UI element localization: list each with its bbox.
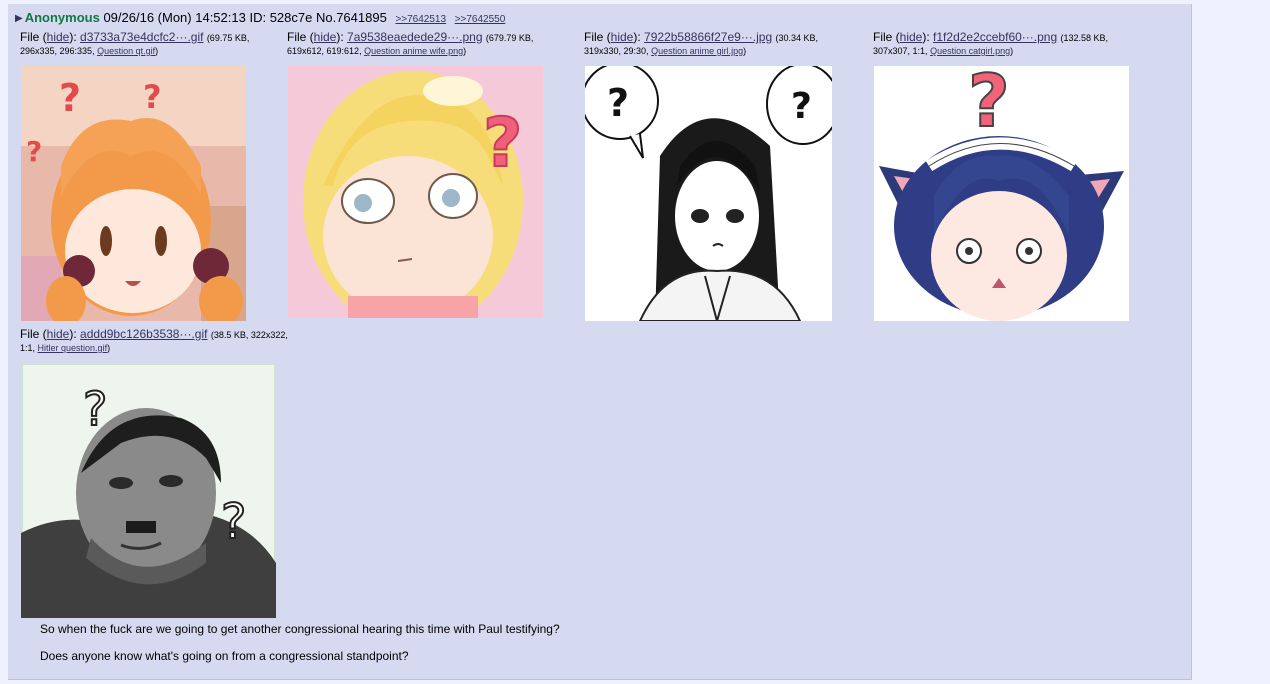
file-meta: 619x612, 619:612, Question anime wife.pn… xyxy=(287,46,533,56)
thumbnail-question-anime-wife[interactable]: ? xyxy=(288,66,543,318)
file-meta: 319x330, 29:30, Question anime girl.jpg) xyxy=(584,46,818,56)
file-info: File (hide): d3733a73e4dcfc2···.gif (69.… xyxy=(20,30,249,46)
post-datetime: 09/26/16 (Mon) 14:52:13 xyxy=(103,10,246,25)
post-info: ▶ Anonymous 09/26/16 (Mon) 14:52:13 ID: 5… xyxy=(15,10,505,25)
file-dimensions: 296x335, 296:335, xyxy=(20,46,95,56)
svg-text:?: ? xyxy=(607,81,629,125)
hide-link[interactable]: hide xyxy=(314,30,337,44)
post-comment: So when the fuck are we going to get ano… xyxy=(40,622,560,676)
svg-text:?: ? xyxy=(26,135,42,168)
file-4: File (hide): f1f2d2e2ccebf60···.png (132… xyxy=(873,30,1108,56)
file-meta: 1:1, Hitler question.gif) xyxy=(20,343,288,353)
thumbnail-question-qt[interactable]: ? ? ? xyxy=(21,66,246,321)
hide-link[interactable]: hide xyxy=(900,30,923,44)
file-meta-close: ) xyxy=(107,343,111,353)
original-filename-link[interactable]: Question catgirl.png xyxy=(930,46,1010,56)
file-size: (69.75 KB, xyxy=(206,33,250,43)
file-1: File (hide): d3733a73e4dcfc2···.gif (69.… xyxy=(20,30,249,56)
svg-text:?: ? xyxy=(59,76,81,120)
file-2: File (hide): 7a9538eaedede29···.png (679… xyxy=(287,30,533,56)
file-meta-close: ) xyxy=(463,46,467,56)
file-link[interactable]: 7922b58866f27e9···.jpg xyxy=(644,30,772,44)
thumbnail-question-catgirl[interactable]: ? xyxy=(874,66,1129,321)
original-filename-link[interactable]: Question qt.gif xyxy=(97,46,155,56)
file-meta-close: ) xyxy=(155,46,159,56)
file-label: File ( xyxy=(873,30,900,44)
file-info: File (hide): f1f2d2e2ccebf60···.png (132… xyxy=(873,30,1108,46)
file-size: (30.34 KB, xyxy=(775,33,819,43)
original-filename-link[interactable]: Question anime wife.png xyxy=(364,46,463,56)
file-label: File ( xyxy=(20,30,47,44)
file-label-close: ): xyxy=(633,30,641,44)
file-label-close: ): xyxy=(336,30,344,44)
reply-link[interactable]: >>7642513 xyxy=(395,14,446,25)
file-size: (38.5 KB, 322x322, xyxy=(210,330,288,340)
file-label: File ( xyxy=(287,30,314,44)
file-dimensions: 307x307, 1:1, xyxy=(873,46,928,56)
svg-text:?: ? xyxy=(143,78,162,116)
reply-link[interactable]: >>7642550 xyxy=(455,14,506,25)
post-reply: ▶ Anonymous 09/26/16 (Mon) 14:52:13 ID: 5… xyxy=(8,4,1192,680)
file-meta-close: ) xyxy=(1010,46,1014,56)
poster-id[interactable]: ID: 528c7e xyxy=(249,10,312,25)
svg-text:?: ? xyxy=(968,66,1010,143)
svg-text:?: ? xyxy=(221,494,246,550)
file-info: File (hide): addd9bc126b3538···.gif (38.… xyxy=(20,327,288,343)
hide-link[interactable]: hide xyxy=(47,30,70,44)
file-info: File (hide): 7922b58866f27e9···.jpg (30.… xyxy=(584,30,818,46)
post-number[interactable]: No.7641895 xyxy=(316,10,387,25)
post-menu-arrow-icon[interactable]: ▶ xyxy=(15,13,23,24)
file-dimensions: 619x612, 619:612, xyxy=(287,46,362,56)
file-label-close: ): xyxy=(69,327,77,341)
comment-line: So when the fuck are we going to get ano… xyxy=(40,622,560,636)
svg-text:?: ? xyxy=(791,86,812,127)
page-scrollbar[interactable] xyxy=(1258,0,1270,684)
file-link[interactable]: addd9bc126b3538···.gif xyxy=(80,327,207,341)
file-5: File (hide): addd9bc126b3538···.gif (38.… xyxy=(20,327,288,353)
poster-name: Anonymous xyxy=(24,10,100,25)
file-label-close: ): xyxy=(69,30,77,44)
thumbnail-question-anime-girl[interactable]: ? ? xyxy=(585,66,832,321)
file-label-close: ): xyxy=(922,30,930,44)
file-info: File (hide): 7a9538eaedede29···.png (679… xyxy=(287,30,533,46)
original-filename-link[interactable]: Question anime girl.jpg xyxy=(651,46,743,56)
file-size: (679.79 KB, xyxy=(485,33,534,43)
file-3: File (hide): 7922b58866f27e9···.jpg (30.… xyxy=(584,30,818,56)
thumbnail-hitler-question[interactable]: ? ? xyxy=(21,363,276,618)
file-meta: 307x307, 1:1, Question catgirl.png) xyxy=(873,46,1108,56)
file-meta: 296x335, 296:335, Question qt.gif) xyxy=(20,46,249,56)
file-label: File ( xyxy=(584,30,611,44)
svg-text:?: ? xyxy=(83,382,107,436)
hide-link[interactable]: hide xyxy=(47,327,70,341)
file-link[interactable]: 7a9538eaedede29···.png xyxy=(347,30,482,44)
file-meta-close: ) xyxy=(743,46,747,56)
file-label: File ( xyxy=(20,327,47,341)
svg-text:?: ? xyxy=(483,104,522,183)
file-link[interactable]: f1f2d2e2ccebf60···.png xyxy=(933,30,1057,44)
file-dimensions: 1:1, xyxy=(20,343,36,353)
file-size: (132.58 KB, xyxy=(1060,33,1109,43)
file-dimensions: 319x330, 29:30, xyxy=(584,46,649,56)
file-link[interactable]: d3733a73e4dcfc2···.gif xyxy=(80,30,203,44)
original-filename-link[interactable]: Hitler question.gif xyxy=(38,343,108,353)
hide-link[interactable]: hide xyxy=(611,30,634,44)
comment-line: Does anyone know what's going on from a … xyxy=(40,649,409,663)
